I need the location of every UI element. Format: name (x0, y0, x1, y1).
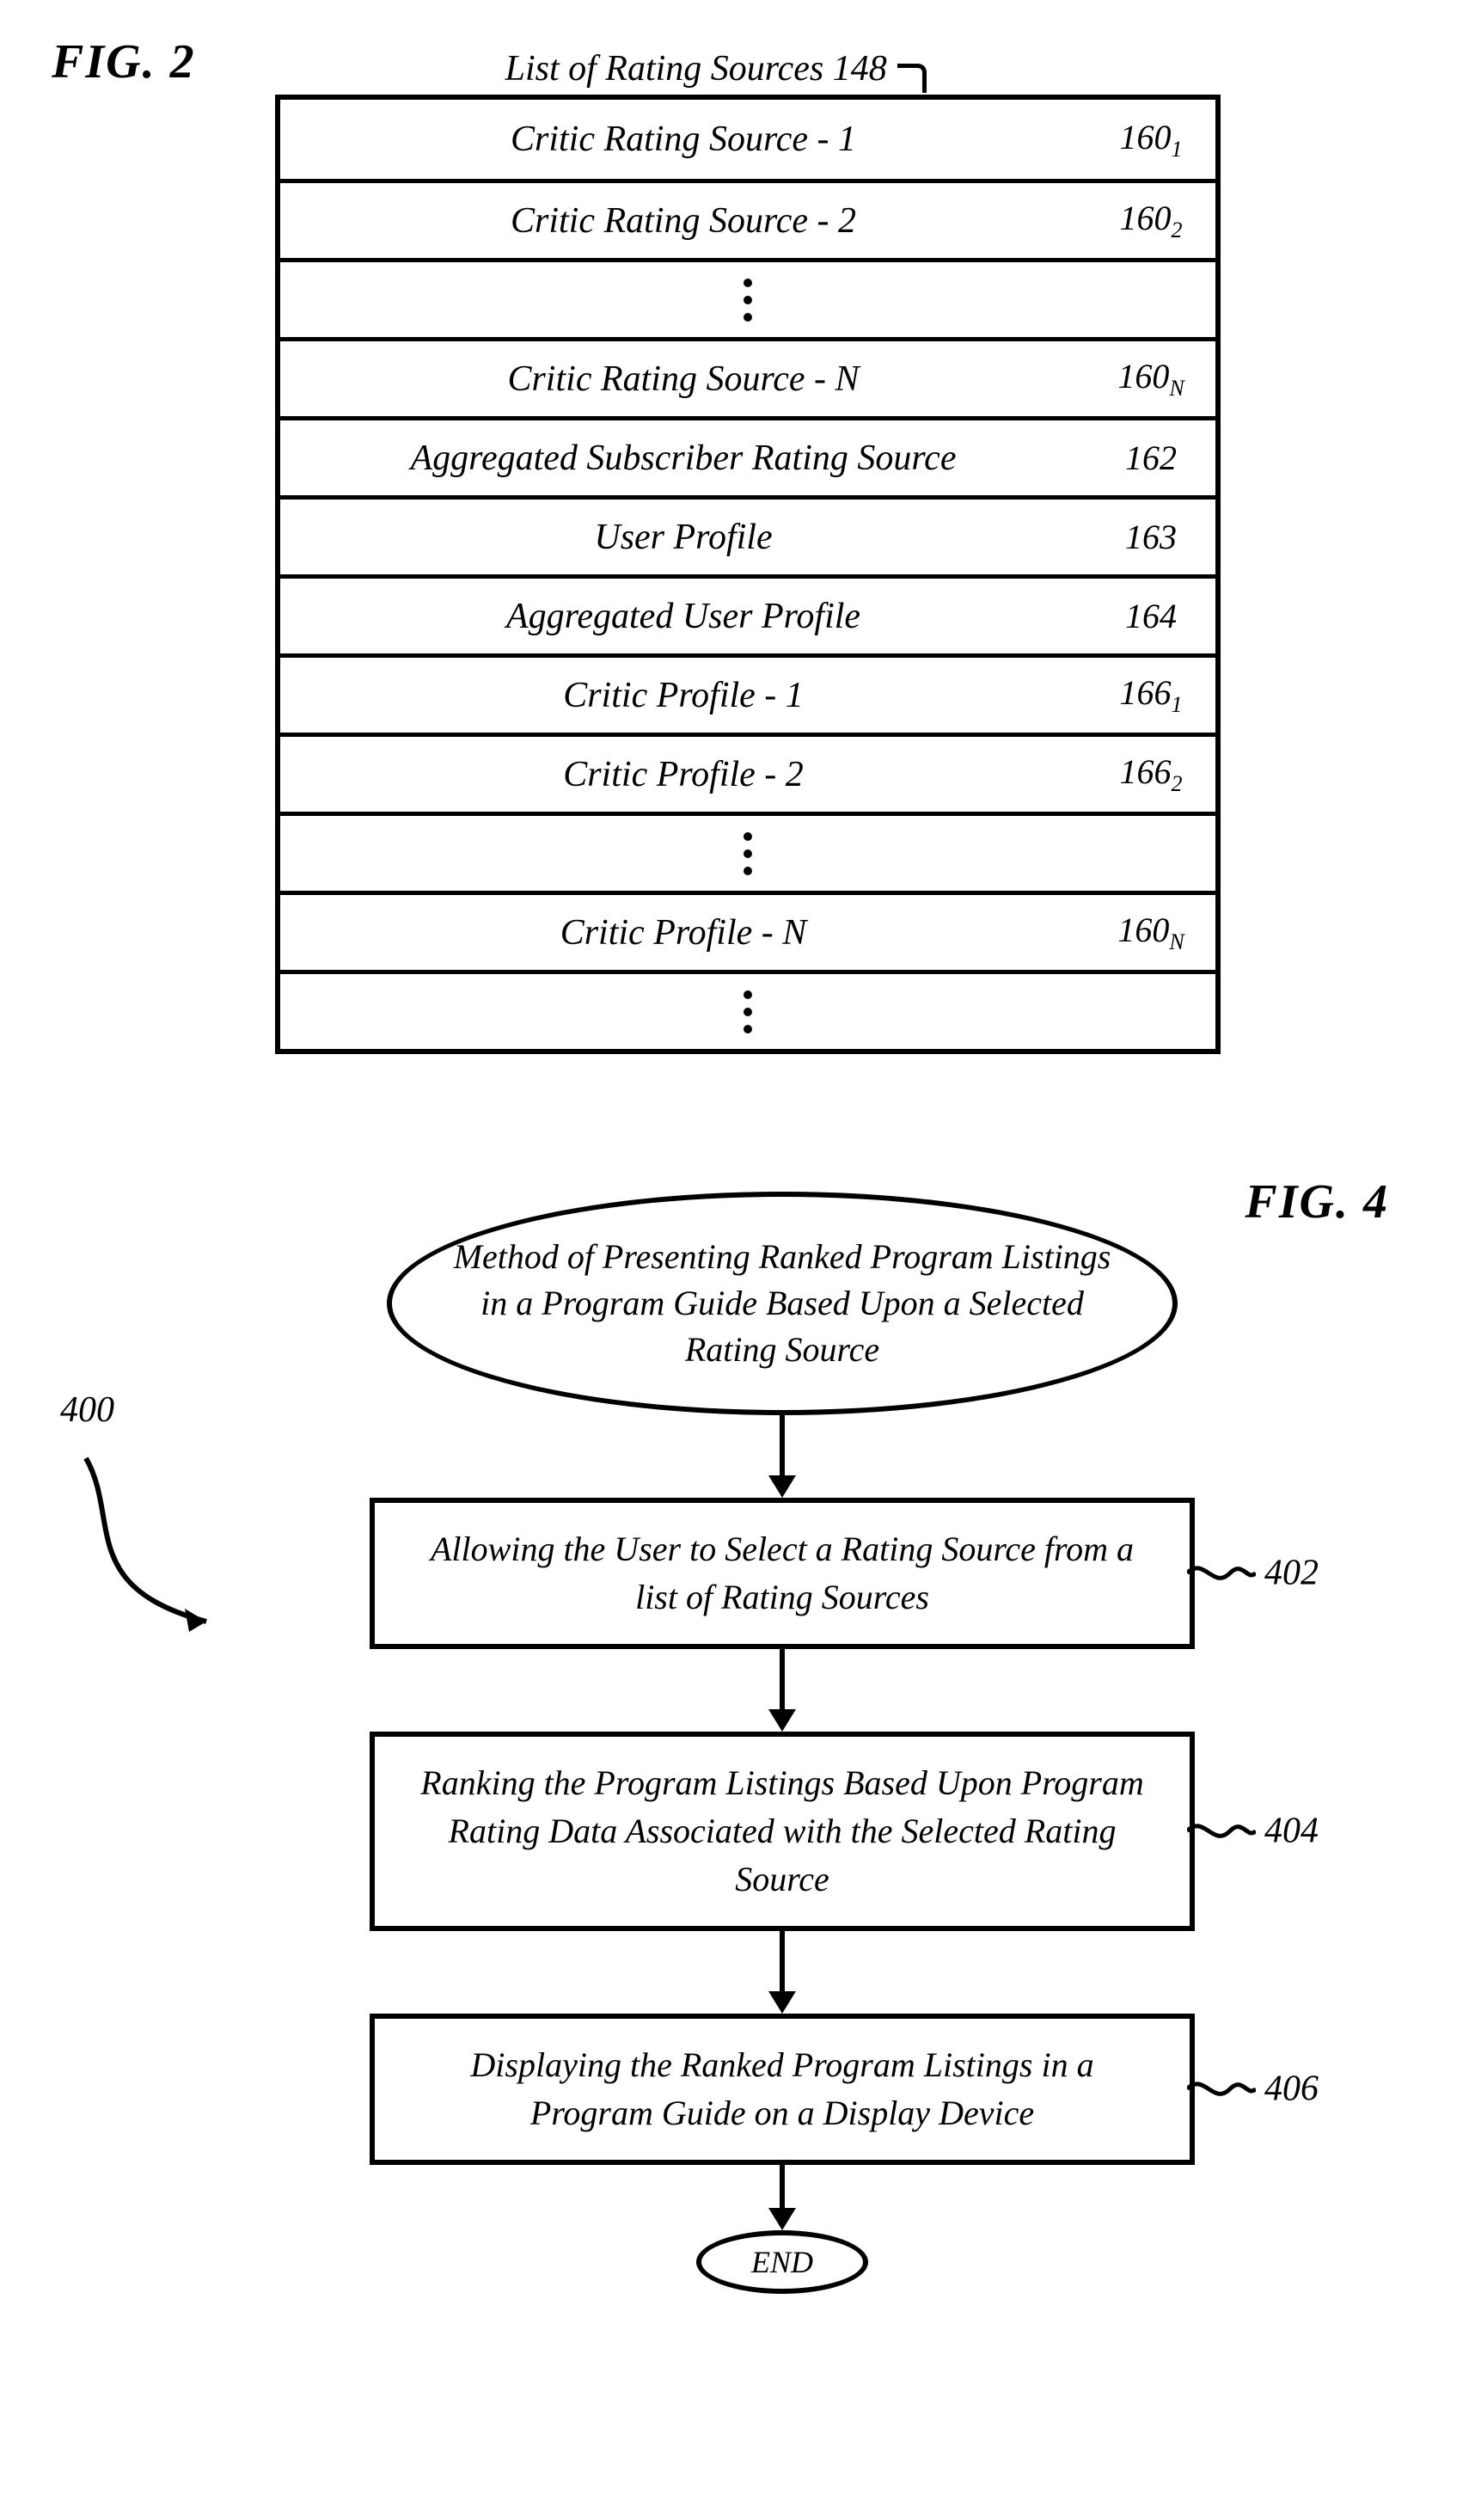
ref-number: 402 (1264, 1548, 1319, 1599)
row-ref: 162 (1086, 438, 1215, 478)
row-label: Critic Rating Source - 1 (280, 119, 1086, 160)
row-ref: 160N (1086, 910, 1215, 955)
ref-number: 406 (1264, 2064, 1319, 2115)
ref-connector: 404 (1187, 1806, 1319, 1857)
flow-step-406: Displaying the Ranked Program Listings i… (370, 2014, 1195, 2165)
flowchart: 400 Method of Presenting Ranked Program … (241, 1192, 1324, 2294)
row-ref: 1662 (1086, 751, 1215, 797)
row-label: Critic Rating Source - N (280, 359, 1086, 400)
table-row: Aggregated Subscriber Rating Source162 (280, 416, 1215, 495)
row-label: Critic Profile - 1 (280, 675, 1086, 716)
flow-start-text: Method of Presenting Ranked Program List… (452, 1234, 1112, 1373)
flow-end: END (696, 2230, 868, 2294)
vertical-ellipsis-icon (280, 970, 1215, 1049)
table-row: User Profile163 (280, 495, 1215, 574)
row-label: Aggregated User Profile (280, 596, 1086, 637)
flow-start: Method of Presenting Ranked Program List… (387, 1192, 1178, 1415)
row-label: Aggregated Subscriber Rating Source (280, 438, 1086, 479)
flow-step-402: Allowing the User to Select a Rating Sou… (370, 1498, 1195, 1649)
vertical-ellipsis-icon (280, 812, 1215, 891)
figure-2-label: FIG. 2 (52, 34, 196, 89)
table-row: Critic Profile - N160N (280, 891, 1215, 970)
table-row: Critic Profile - 21662 (280, 733, 1215, 812)
ref-number: 404 (1264, 1806, 1319, 1857)
flow-step-text: Ranking the Program Listings Based Upon … (420, 1763, 1143, 1898)
list-title: List of Rating Sources 148 (505, 48, 887, 89)
ref-400: 400 (69, 1450, 241, 1643)
curved-arrow-icon (69, 1450, 241, 1639)
flow-step-404: Ranking the Program Listings Based Upon … (370, 1732, 1195, 1931)
arrow-down-icon (768, 1649, 796, 1732)
squiggle-icon (1187, 2072, 1256, 2106)
table-row: Critic Profile - 11661 (280, 653, 1215, 733)
squiggle-icon (1187, 1814, 1256, 1849)
row-label: Critic Profile - 2 (280, 754, 1086, 795)
row-ref: 1602 (1086, 198, 1215, 243)
ref-connector: 406 (1187, 2064, 1319, 2115)
table-row: Critic Rating Source - 11601 (280, 100, 1215, 179)
flow-step-text: Displaying the Ranked Program Listings i… (470, 2045, 1093, 2132)
row-ref: 164 (1086, 596, 1215, 636)
squiggle-icon (1187, 1556, 1256, 1591)
flow-end-text: END (751, 2244, 813, 2280)
row-label: User Profile (280, 517, 1086, 558)
row-ref: 163 (1086, 517, 1215, 557)
title-pointer-icon (897, 64, 927, 93)
table-row: Critic Rating Source - 21602 (280, 179, 1215, 258)
flow-step-text: Allowing the User to Select a Rating Sou… (431, 1530, 1134, 1616)
arrow-down-icon (768, 1415, 796, 1498)
row-ref: 1661 (1086, 672, 1215, 718)
arrow-down-icon (768, 1931, 796, 2014)
table-row: Critic Rating Source - N160N (280, 337, 1215, 416)
row-ref: 160N (1086, 356, 1215, 402)
row-label: Critic Rating Source - 2 (280, 200, 1086, 242)
row-ref: 1601 (1086, 117, 1215, 162)
vertical-ellipsis-icon (280, 258, 1215, 337)
row-label: Critic Profile - N (280, 912, 1086, 953)
ref-connector: 402 (1187, 1548, 1319, 1599)
table-row: Aggregated User Profile164 (280, 574, 1215, 653)
arrow-down-icon (768, 2165, 796, 2230)
rating-sources-table: Critic Rating Source - 11601Critic Ratin… (275, 95, 1221, 1054)
